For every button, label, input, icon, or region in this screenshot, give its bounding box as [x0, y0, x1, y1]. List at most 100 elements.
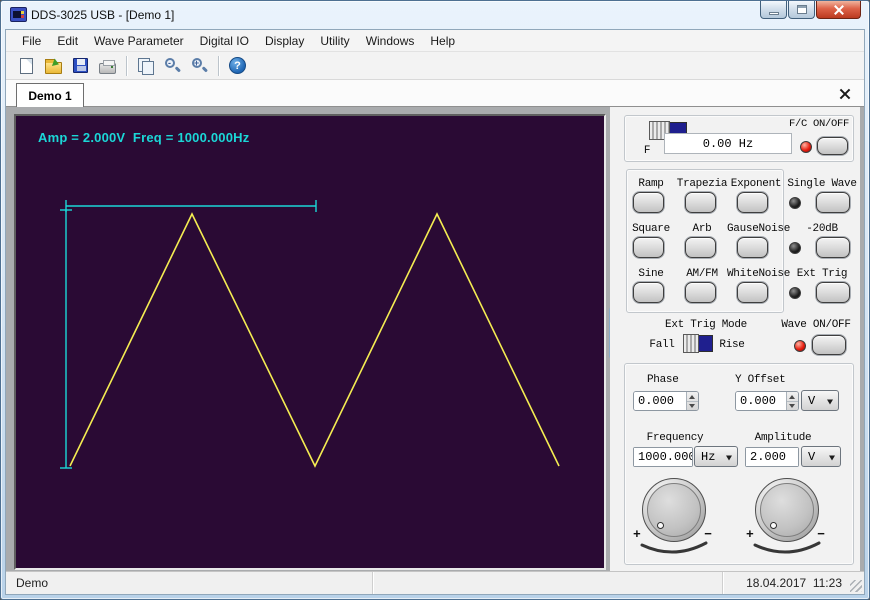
app-window: DDS-3025 USB - [Demo 1] File Edit Wave P… — [0, 0, 870, 600]
copy-button[interactable] — [133, 54, 158, 78]
help-button[interactable]: ? — [225, 54, 250, 78]
fc-readout: 0.00 Hz — [664, 133, 792, 154]
zoom-out-button[interactable]: - — [160, 54, 185, 78]
wave-button-exponent[interactable] — [737, 192, 768, 213]
knob-plus-label: + — [746, 527, 754, 542]
ext-trig-label: Ext Trig — [786, 268, 858, 280]
ext-trig-mode-label: Ext Trig Mode — [650, 319, 762, 331]
ext-trig-mode-handle[interactable] — [683, 334, 699, 353]
print-button[interactable] — [95, 54, 120, 78]
amplitude-unit-value: V — [802, 450, 815, 464]
wave-button-amfm[interactable] — [685, 282, 716, 303]
help-icon: ? — [229, 57, 246, 74]
maximize-button[interactable] — [788, 1, 815, 19]
save-button[interactable] — [68, 54, 93, 78]
menu-edit[interactable]: Edit — [49, 31, 86, 51]
print-icon — [99, 63, 116, 74]
frequency-field — [633, 447, 693, 467]
spin-up-icon[interactable] — [689, 392, 695, 399]
rise-label: Rise — [716, 339, 748, 351]
open-button[interactable] — [41, 54, 66, 78]
phase-field — [633, 391, 699, 411]
y-offset-field — [735, 391, 799, 411]
waveform-svg — [16, 116, 604, 568]
wave-button-label: Trapezia — [676, 178, 728, 190]
ext-trig-mode-slider[interactable] — [683, 335, 713, 352]
tab-demo-1[interactable]: Demo 1 — [16, 83, 84, 107]
knob-indicator-dot — [657, 522, 664, 529]
knob-indicator-dot — [770, 522, 777, 529]
zoom-in-button[interactable]: + — [187, 54, 212, 78]
resize-grip[interactable] — [850, 580, 862, 592]
waveform-path — [70, 214, 559, 466]
frequency-input[interactable] — [634, 448, 692, 466]
document-area: Amp = 2.000V Freq = 1000.000Hz F C 0.00 … — [6, 107, 864, 571]
single-wave-button[interactable] — [816, 192, 850, 213]
minus20db-button[interactable] — [816, 237, 850, 258]
amplitude-input[interactable] — [746, 448, 798, 466]
fc-onoff-label: F/C ON/OFF — [785, 118, 853, 130]
new-document-icon — [20, 58, 33, 74]
spin-up-icon[interactable] — [789, 392, 795, 399]
zoom-out-icon: - — [164, 57, 182, 75]
toolbar: - + ? — [6, 52, 864, 80]
menu-digital-io[interactable]: Digital IO — [192, 31, 257, 51]
status-bar: Demo 18.04.2017 11:23 — [6, 571, 864, 594]
tab-close-button[interactable] — [838, 87, 852, 101]
minus20db-label: -20dB — [786, 223, 858, 235]
new-button[interactable] — [14, 54, 39, 78]
wave-button-ramp[interactable] — [633, 192, 664, 213]
spin-down-icon[interactable] — [689, 404, 695, 411]
status-panel-middle — [372, 572, 722, 594]
toolbar-separator — [126, 56, 127, 76]
knob-minus-label: − — [704, 527, 712, 542]
close-button[interactable] — [816, 1, 861, 19]
knob-plus-label: + — [633, 527, 641, 542]
dropdown-arrow-icon — [726, 455, 732, 463]
y-offset-spinner[interactable] — [786, 392, 798, 410]
wave-button-gausenoise[interactable] — [737, 237, 768, 258]
menu-windows[interactable]: Windows — [358, 31, 423, 51]
menu-help[interactable]: Help — [422, 31, 463, 51]
frequency-label: Frequency — [635, 432, 715, 444]
phase-spinner[interactable] — [686, 392, 698, 410]
dropdown-arrow-icon — [827, 399, 833, 407]
toolbar-separator — [218, 56, 219, 76]
ext-trig-led — [789, 287, 801, 299]
menu-utility[interactable]: Utility — [312, 31, 357, 51]
maximize-icon — [797, 5, 807, 14]
open-folder-icon — [45, 62, 62, 74]
frequency-unit-select[interactable]: Hz — [694, 446, 738, 467]
amplitude-knob[interactable]: + − — [745, 476, 829, 564]
dropdown-arrow-icon — [829, 455, 835, 463]
wave-button-arb[interactable] — [685, 237, 716, 258]
wave-button-label: Square — [627, 223, 675, 235]
knob-face[interactable] — [760, 483, 814, 537]
wave-button-trapezia[interactable] — [685, 192, 716, 213]
wave-button-square[interactable] — [633, 237, 664, 258]
frequency-knob[interactable]: + − — [632, 476, 716, 564]
wave-button-sine[interactable] — [633, 282, 664, 303]
fc-onoff-button[interactable] — [817, 137, 848, 155]
phase-input[interactable] — [634, 392, 686, 410]
y-offset-unit-select[interactable]: V — [801, 390, 839, 411]
close-icon — [833, 4, 844, 15]
amplitude-unit-select[interactable]: V — [801, 446, 841, 467]
knob-face[interactable] — [647, 483, 701, 537]
menu-file[interactable]: File — [14, 31, 49, 51]
control-panel: F C 0.00 Hz F/C ON/OFF Ramp Trapezia Exp… — [610, 107, 860, 571]
wave-onoff-button[interactable] — [812, 335, 846, 355]
window-title: DDS-3025 USB - [Demo 1] — [31, 8, 174, 22]
menu-display[interactable]: Display — [257, 31, 312, 51]
y-offset-input[interactable] — [736, 392, 786, 410]
minimize-button[interactable] — [760, 1, 787, 19]
minus20db-led — [789, 242, 801, 254]
fc-f-label: F — [639, 145, 655, 157]
wave-onoff-led — [794, 340, 806, 352]
wave-button-whitenoise[interactable] — [737, 282, 768, 303]
wave-button-label: AM/FM — [676, 268, 728, 280]
status-text: Demo — [6, 576, 372, 590]
menu-wave-parameter[interactable]: Wave Parameter — [86, 31, 192, 51]
ext-trig-button[interactable] — [816, 282, 850, 303]
spin-down-icon[interactable] — [789, 404, 795, 411]
